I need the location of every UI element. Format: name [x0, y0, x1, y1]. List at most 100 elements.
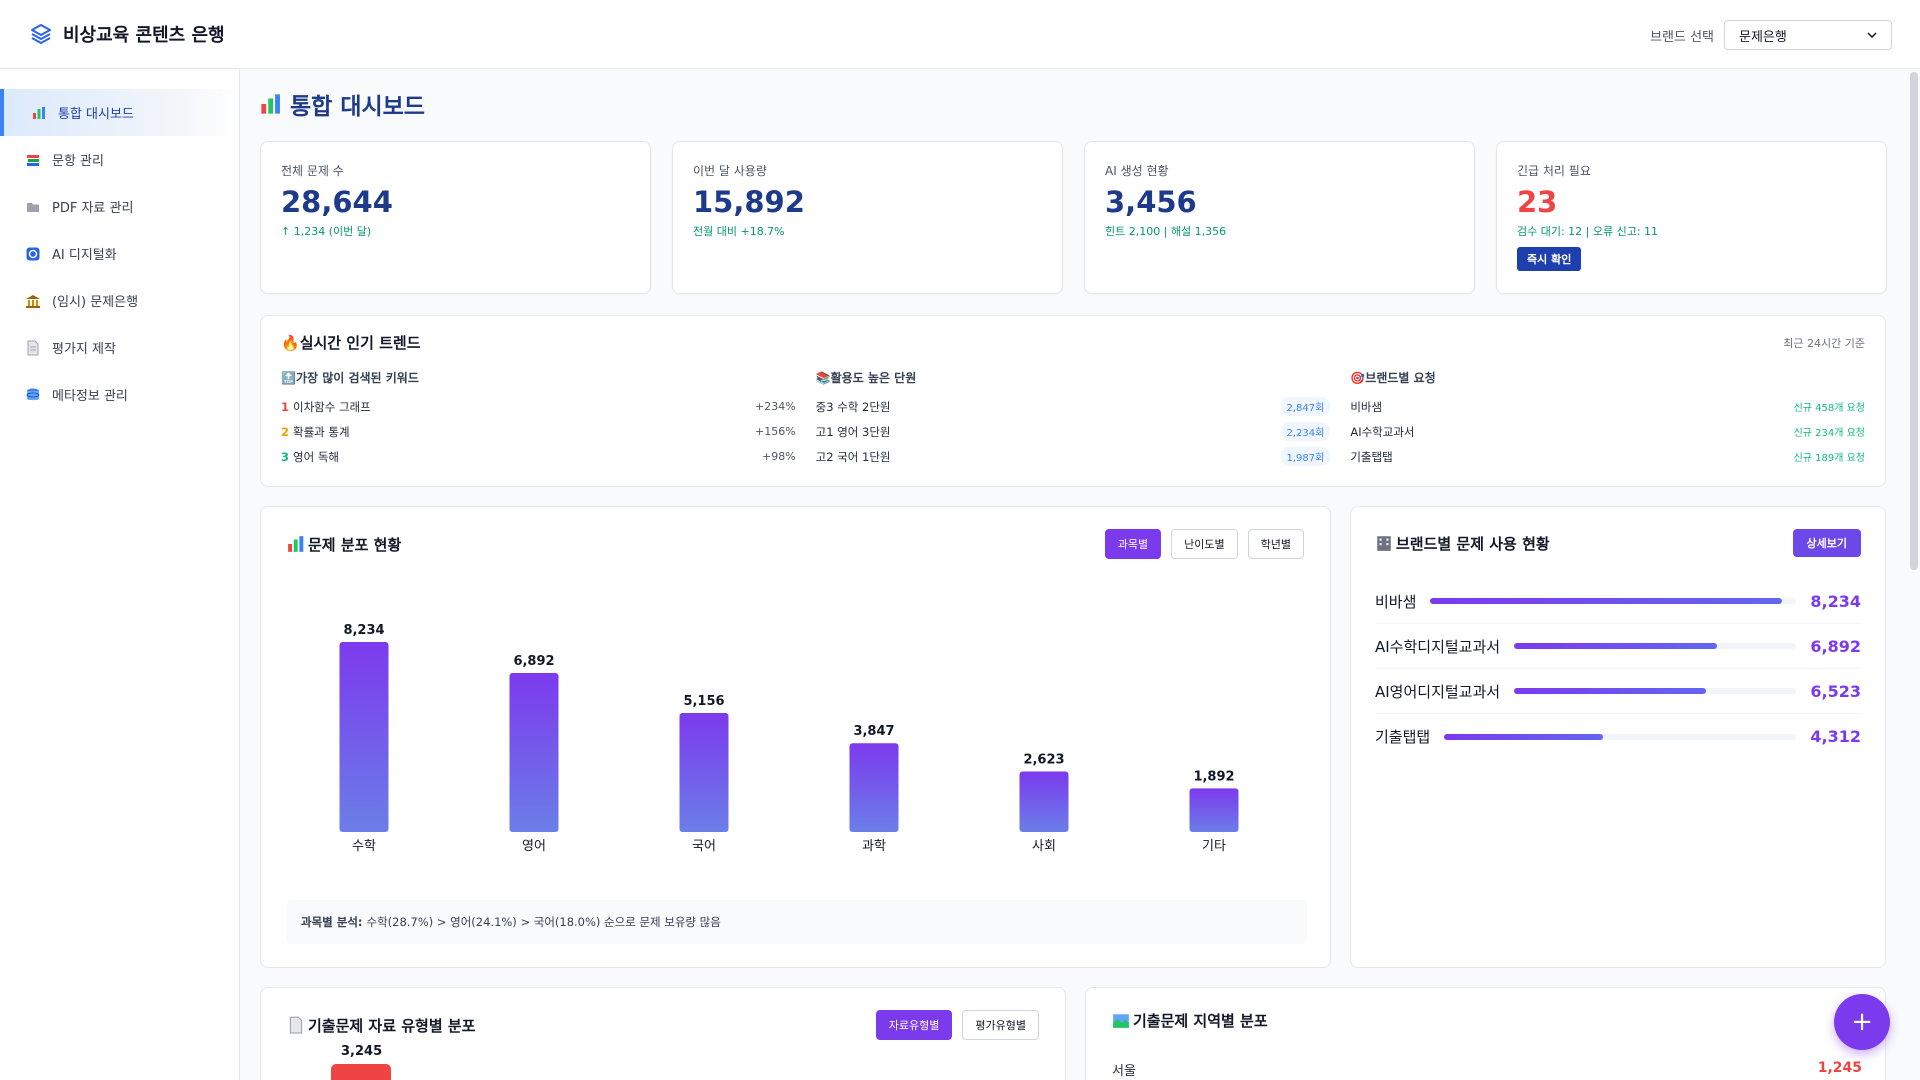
region-row[interactable]: 서울 1,245 — [1112, 1060, 1862, 1079]
stat-card-urgent: 긴급 처리 필요 23 검수 대기: 12 | 오류 신고: 11 즉시 확인 — [1496, 141, 1887, 294]
brand-name: 비바샘 — [1375, 592, 1417, 611]
list-item[interactable]: AI수학교과서 신규 234개 요청 — [1350, 419, 1865, 444]
usage-bar-track — [1514, 643, 1797, 649]
sidebar-item-pdf[interactable]: PDF 자료 관리 — [0, 183, 239, 230]
sidebar-item-ai[interactable]: AI 디지털화 — [0, 230, 239, 277]
brand-value: 4,312 — [1810, 727, 1861, 746]
x-tick-label: 영어 — [522, 839, 546, 854]
tab-assessment-type[interactable]: 평가유형별 — [962, 1010, 1039, 1040]
brand-name: AI영어디지털교과서 — [1375, 682, 1501, 701]
brand-name: AI수학디지털교과서 — [1375, 637, 1501, 656]
brand-row[interactable]: 비바샘 8,234 — [1375, 579, 1861, 624]
analysis-note: 과목별 분석: 수학(28.7%) > 영어(24.1%) > 국어(18.0%… — [287, 900, 1307, 944]
tab-subject[interactable]: 과목별 — [1104, 529, 1162, 559]
tab-difficulty[interactable]: 난이도별 — [1171, 529, 1238, 559]
add-button[interactable]: + — [1834, 994, 1890, 1050]
bar-사회[interactable] — [1019, 771, 1069, 832]
stat-sub: 전월 대비 +18.7% — [693, 225, 785, 238]
target-icon: 🎯 — [1350, 371, 1366, 385]
main-content: 통합 대시보드 전체 문제 수 28,644 ↑ 1,234 (이번 달) 이번… — [240, 69, 1920, 1080]
list-item[interactable]: 비바샘 신규 458개 요청 — [1350, 394, 1865, 419]
brand-row[interactable]: AI수학디지털교과서 6,892 — [1375, 624, 1861, 669]
sidebar-item-metadata[interactable]: 메타정보 관리 — [0, 371, 239, 418]
brand-select-label: 브랜드 선택 — [1650, 29, 1714, 45]
region-name: 서울 — [1112, 1064, 1136, 1079]
document-icon — [24, 339, 42, 357]
list-item[interactable]: 고1 영어 3단원 2,234회 — [816, 419, 1331, 444]
brand-value: 6,523 — [1810, 681, 1861, 701]
keyword: 영어 독해 — [293, 449, 339, 464]
sidebar-item-items[interactable]: 문항 관리 — [0, 136, 239, 183]
bar-과학[interactable] — [849, 743, 899, 832]
scrollbar[interactable] — [1910, 72, 1918, 570]
bar-value-label: 5,156 — [683, 694, 724, 709]
sidebar: 통합 대시보드 문항 관리 PDF 자료 관리 AI 디지털화 (임시) 문제은… — [0, 69, 240, 1080]
region-card: 기출문제 지역별 분포 서울 1,245 — [1085, 987, 1886, 1080]
details-button[interactable]: 상세보기 — [1792, 529, 1861, 557]
tab-material-type[interactable]: 자료유형별 — [875, 1010, 953, 1040]
rank: 2 — [281, 424, 290, 439]
stat-label: AI 생성 현황 — [1105, 164, 1169, 178]
exam-type-card: 기출문제 자료 유형별 분포 자료유형별 평가유형별 3,245 — [260, 987, 1066, 1080]
tab-grade[interactable]: 학년별 — [1247, 529, 1304, 559]
bar-value-label: 1,892 — [1193, 769, 1234, 784]
list-item[interactable]: 중3 수학 2단원 2,847회 — [816, 394, 1331, 419]
brand-request: 신규 458개 요청 — [1793, 403, 1866, 414]
list-item[interactable]: 기출탭탭 신규 189개 요청 — [1350, 444, 1865, 469]
list-item[interactable]: 1 이차함수 그래프 +234% — [281, 394, 796, 419]
distribution-title-text: 문제 분포 현황 — [308, 535, 402, 554]
layers-icon — [31, 24, 51, 44]
region-value: 1,245 — [1817, 1060, 1862, 1076]
x-tick-label: 과학 — [862, 839, 886, 854]
usage-bar-fill — [1430, 598, 1782, 604]
sidebar-item-dashboard[interactable]: 통합 대시보드 — [0, 89, 239, 136]
brand-usage-title: 브랜드별 문제 사용 현황 — [1375, 533, 1550, 554]
stat-label: 긴급 처리 필요 — [1517, 164, 1591, 178]
building-icon — [1377, 536, 1391, 551]
search-icon: 🔝 — [281, 371, 296, 385]
region-title: 기출문제 지역별 분포 — [1112, 1010, 1859, 1031]
brand-value: 6,892 — [1810, 636, 1861, 656]
brand-usage-list: 비바샘 8,234 AI수학디지털교과서 6,892 AI영어디지털교과서 6,… — [1375, 579, 1861, 759]
bar-기타[interactable] — [1189, 788, 1239, 832]
brand-name: 비바샘 — [1350, 399, 1383, 414]
usage-bar-fill — [1444, 733, 1603, 740]
brand-select[interactable]: 문제은행 — [1724, 20, 1892, 50]
x-tick-label: 사회 — [1032, 839, 1056, 854]
bar-영어[interactable] — [509, 672, 559, 832]
x-tick-label: 수학 — [352, 839, 376, 854]
check-now-button[interactable]: 즉시 확인 — [1517, 247, 1582, 271]
stat-value: 15,892 — [693, 185, 805, 219]
bar-수학[interactable] — [339, 642, 389, 832]
list-item[interactable]: 고2 국어 1단원 1,987회 — [816, 444, 1331, 469]
exam-type-tabs: 자료유형별 평가유형별 — [875, 1010, 1039, 1040]
keyword: 이차함수 그래프 — [293, 399, 371, 414]
sidebar-item-label: 통합 대시보드 — [58, 107, 134, 122]
brand-row[interactable]: AI영어디지털교과서 6,523 — [1375, 669, 1861, 714]
ai-icon — [24, 245, 42, 263]
sidebar-item-temp-bank[interactable]: (임시) 문제은행 — [0, 277, 239, 324]
list-item[interactable]: 3 영어 독해 +98% — [281, 444, 796, 469]
usage-bar-fill — [1514, 688, 1707, 694]
brand-value: 8,234 — [1810, 591, 1861, 611]
bank-icon — [24, 292, 42, 310]
logo[interactable]: 비상교육 콘텐츠 은행 — [29, 21, 225, 47]
brand-name: 기출탭탭 — [1375, 728, 1431, 746]
rank: 1 — [281, 399, 290, 414]
bar-value-label: 3,245 — [341, 1044, 383, 1059]
x-tick-label: 국어 — [692, 839, 716, 854]
sidebar-item-test-maker[interactable]: 평가지 제작 — [0, 324, 239, 371]
stat-label: 이번 달 사용량 — [693, 164, 767, 178]
list-item[interactable]: 2 확률과 통계 +156% — [281, 419, 796, 444]
brand-select-value: 문제은행 — [1739, 29, 1787, 45]
unit-name: 고1 영어 3단원 — [815, 424, 891, 439]
distribution-card: 문제 분포 현황 과목별 난이도별 학년별 8,234 수학 6,892 영어 5,15… — [260, 506, 1331, 968]
brand-request: 신규 189개 요청 — [1793, 453, 1866, 464]
trend-title: 🔥실시간 인기 트렌드 — [281, 332, 421, 353]
stat-card-ai: AI 생성 현황 3,456 힌트 2,100 | 해설 1,356 — [1084, 141, 1475, 294]
brand-row[interactable]: 기출탭탭 4,312 — [1375, 714, 1861, 759]
trend-units: 📚활용도 높은 단원 중3 수학 2단원 2,847회 고1 영어 3단원 2,… — [816, 369, 1331, 469]
analysis-label: 과목별 분석: — [301, 915, 363, 929]
unit-name: 고2 국어 1단원 — [815, 449, 891, 464]
bar-국어[interactable] — [679, 713, 729, 832]
